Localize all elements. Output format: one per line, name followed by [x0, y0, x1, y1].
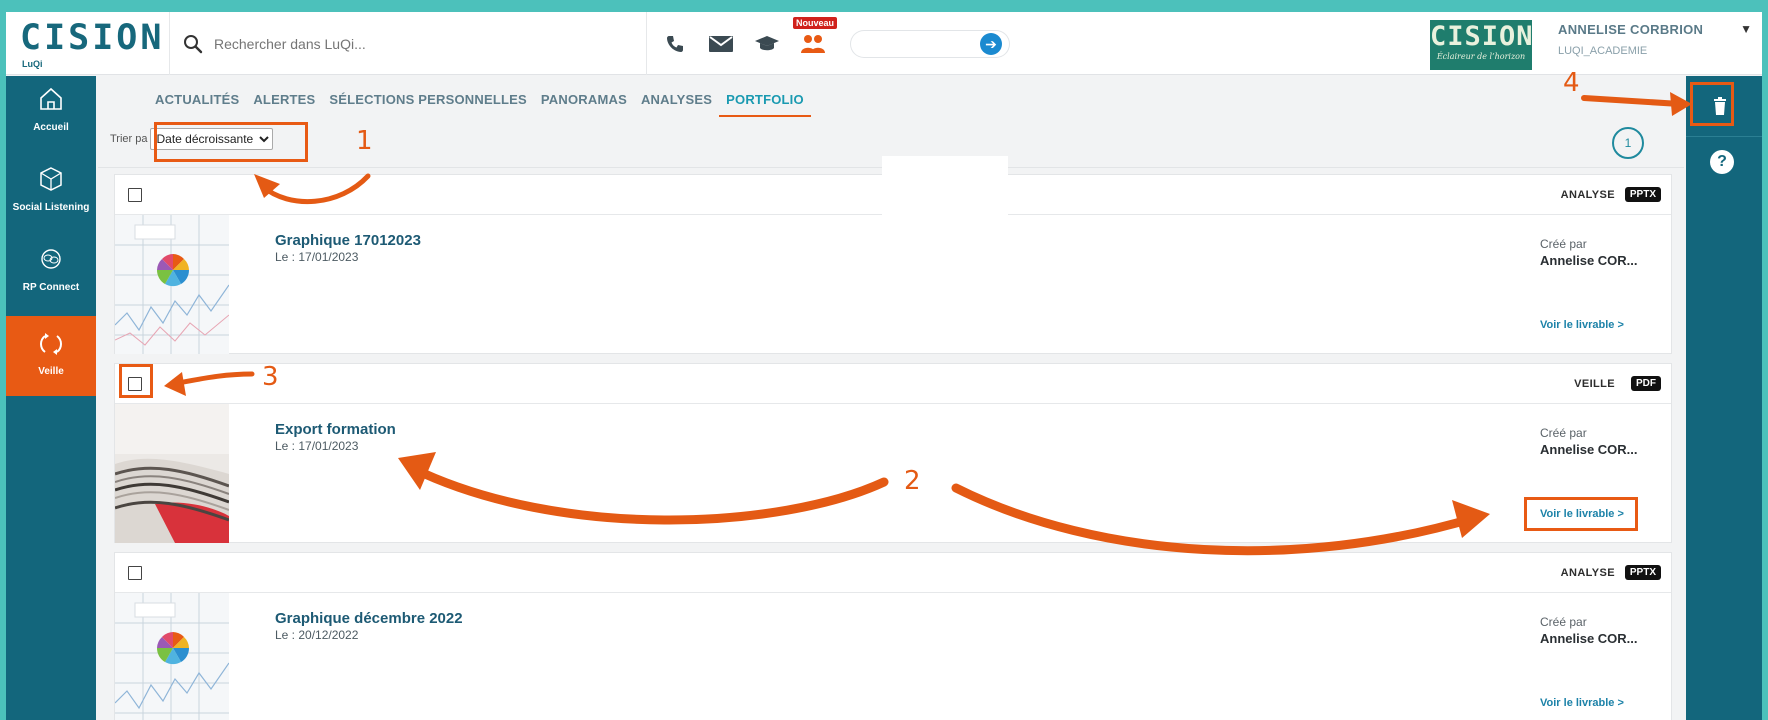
page-number-button[interactable]: 1 [1612, 127, 1644, 159]
card-type: ANALYSE [1560, 567, 1615, 579]
chevron-down-icon[interactable]: ▼ [1740, 22, 1752, 36]
sort-label: Trier pa [110, 133, 148, 145]
new-badge: Nouveau [793, 16, 838, 29]
main-tabs: ACTUALITÉS ALERTES SÉLECTIONS PERSONNELL… [148, 87, 811, 117]
mail-icon[interactable] [707, 30, 735, 58]
logo-sub: LuQi [22, 59, 43, 69]
app-window: CISION LuQi Nouveau ➔ CISION [6, 12, 1762, 720]
tab-panoramas[interactable]: PANORAMAS [534, 87, 634, 117]
delete-button[interactable] [1698, 84, 1742, 128]
tab-selections-personnelles[interactable]: SÉLECTIONS PERSONNELLES [322, 87, 533, 117]
card-title[interactable]: Graphique 17012023 [275, 232, 421, 249]
tab-analyses[interactable]: ANALYSES [634, 87, 719, 117]
loop-icon [40, 333, 62, 355]
sort-select[interactable]: Date décroissante [149, 128, 273, 150]
nav-item-rp-connect[interactable]: RP Connect [6, 236, 96, 316]
view-deliverable-link[interactable]: Voir le livrable > [1540, 319, 1624, 331]
created-by-label: Créé par [1540, 615, 1587, 629]
sort-bar: Trier pa Date décroissante [110, 128, 273, 150]
view-deliverable-link[interactable]: Voir le livrable > [1540, 697, 1624, 709]
logo-wordmark: CISION [20, 18, 165, 58]
tab-alertes[interactable]: ALERTES [246, 87, 322, 117]
cision-logo[interactable]: CISION LuQi [6, 12, 170, 75]
portfolio-card: ANALYSE PPTX [114, 552, 1672, 720]
format-badge: PPTX [1624, 565, 1661, 580]
portfolio-card: VEILLE PDF Export formation Le : 17/01/2… [114, 363, 1672, 543]
right-rail: ? [1686, 76, 1762, 720]
left-nav: Accueil Social Listening RP Connect Veil… [6, 76, 96, 720]
card-checkbox[interactable] [128, 377, 142, 391]
card-date: Le : 20/12/2022 [275, 628, 359, 642]
home-icon [40, 87, 62, 110]
nav-item-veille[interactable]: Veille [6, 316, 96, 396]
phone-icon[interactable] [661, 30, 689, 58]
rail-divider [1686, 136, 1762, 137]
nav-label: Accueil [33, 122, 69, 133]
search-icon [184, 35, 203, 54]
card-title[interactable]: Export formation [275, 421, 396, 438]
top-bar: CISION LuQi Nouveau ➔ CISION [6, 12, 1762, 75]
card-date: Le : 17/01/2023 [275, 250, 359, 264]
help-icon[interactable]: ? [1710, 150, 1734, 174]
trash-icon [1714, 97, 1726, 115]
card-type: VEILLE [1574, 378, 1615, 390]
card-date: Le : 17/01/2023 [275, 439, 359, 453]
card-type: ANALYSE [1560, 189, 1615, 201]
nav-label: Veille [38, 366, 64, 377]
card-title[interactable]: Graphique décembre 2022 [275, 610, 463, 627]
tab-actualites[interactable]: ACTUALITÉS [148, 87, 246, 117]
partner-logo: CISION Éclaireur de l’horizon [1430, 20, 1534, 70]
created-by-label: Créé par [1540, 426, 1587, 440]
quick-search-field[interactable]: ➔ [850, 30, 1010, 58]
card-author: Annelise COR... [1540, 631, 1638, 646]
card-thumbnail [115, 593, 229, 720]
user-org: LUQI_ACADEMIE [1558, 45, 1648, 57]
format-badge: PPTX [1624, 187, 1661, 202]
toolbar: Nouveau [646, 12, 846, 75]
chat-icon [41, 249, 61, 269]
card-header: ANALYSE PPTX [115, 553, 1671, 593]
search-input[interactable] [214, 36, 614, 52]
card-checkbox[interactable] [128, 566, 142, 580]
tab-portfolio[interactable]: PORTFOLIO [719, 87, 811, 117]
search-bar[interactable] [182, 30, 632, 58]
card-thumbnail [115, 215, 229, 354]
graduation-cap-icon[interactable] [753, 30, 781, 58]
nav-item-accueil[interactable]: Accueil [6, 76, 96, 156]
card-header: VEILLE PDF [115, 364, 1671, 404]
partner-logo-tagline: Éclaireur de l’horizon [1436, 52, 1526, 61]
nav-label: RP Connect [22, 282, 80, 293]
cube-icon [40, 167, 62, 191]
go-arrow-icon[interactable]: ➔ [980, 33, 1002, 55]
created-by-label: Créé par [1540, 237, 1587, 251]
card-checkbox[interactable] [128, 188, 142, 202]
card-author: Annelise COR... [1540, 442, 1638, 457]
redaction-patch [882, 156, 1008, 224]
nav-item-social-listening[interactable]: Social Listening [6, 156, 96, 236]
format-badge: PDF [1631, 376, 1661, 391]
view-deliverable-link[interactable]: Voir le livrable > [1540, 508, 1624, 520]
people-icon[interactable]: Nouveau [793, 16, 838, 58]
user-name: ANNELISE CORBRION [1558, 22, 1704, 37]
card-author: Annelise COR... [1540, 253, 1638, 268]
partner-logo-wordmark: CISION [1430, 21, 1534, 52]
nav-label: Social Listening [12, 202, 90, 213]
card-thumbnail [115, 404, 229, 543]
user-menu[interactable]: ANNELISE CORBRION ▼ LUQI_ACADEMIE [1558, 22, 1758, 57]
